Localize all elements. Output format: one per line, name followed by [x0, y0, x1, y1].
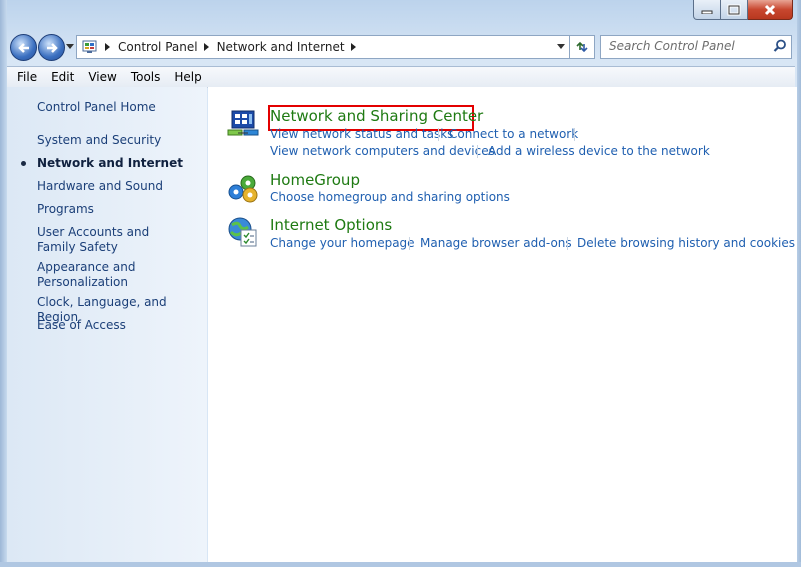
search-input[interactable]: [601, 36, 769, 56]
address-history-dropdown[interactable]: [557, 44, 565, 49]
sidebar-item-appearance[interactable]: Appearance and Personalization: [37, 260, 147, 290]
internet-options-icon: [228, 217, 257, 247]
menu-view[interactable]: View: [81, 70, 123, 84]
link-view-network-computers[interactable]: View network computers and devices: [270, 144, 495, 158]
sidebar-item-programs[interactable]: Programs: [37, 202, 94, 217]
link-change-homepage[interactable]: Change your homepage: [270, 236, 415, 250]
close-button[interactable]: [748, 0, 793, 20]
address-bar[interactable]: Control Panel Network and Internet: [76, 35, 570, 59]
sidebar-item-network-and-internet[interactable]: Network and Internet: [37, 156, 183, 171]
sidebar-item-ease-of-access[interactable]: Ease of Access: [37, 318, 126, 333]
category-network-and-sharing-center[interactable]: Network and Sharing Center: [270, 107, 483, 125]
search-box[interactable]: [600, 35, 792, 59]
refresh-button[interactable]: [569, 35, 595, 59]
link-view-network-status[interactable]: View network status and tasks: [270, 127, 453, 141]
maximize-icon: [727, 4, 741, 15]
link-separator: [438, 128, 439, 141]
breadcrumb-separator[interactable]: [350, 43, 356, 51]
category-internet-options[interactable]: Internet Options: [270, 216, 392, 234]
link-separator: [409, 237, 410, 250]
minimize-icon: [701, 10, 713, 14]
link-add-wireless-device[interactable]: Add a wireless device to the network: [488, 144, 710, 158]
network-sharing-icon: [227, 110, 259, 136]
link-separator: [574, 128, 575, 141]
menu-file[interactable]: File: [7, 70, 44, 84]
window-bottom-border: [0, 562, 801, 567]
caption-buttons: [693, 0, 793, 20]
sidebar-item-system-and-security[interactable]: System and Security: [37, 133, 161, 148]
breadcrumb-control-panel[interactable]: Control Panel: [118, 40, 198, 54]
breadcrumb-separator[interactable]: [105, 43, 110, 51]
maximize-button[interactable]: [721, 0, 748, 20]
link-choose-homegroup-options[interactable]: Choose homegroup and sharing options: [270, 190, 510, 204]
window-left-border: [0, 0, 7, 567]
link-separator: [567, 237, 568, 250]
refresh-icon: [576, 41, 588, 53]
link-separator: [477, 145, 478, 158]
address-row: Control Panel Network and Internet: [0, 28, 801, 66]
menu-edit[interactable]: Edit: [44, 70, 81, 84]
control-panel-icon: [82, 40, 97, 53]
homegroup-icon: [228, 175, 258, 203]
minimize-button[interactable]: [693, 0, 721, 20]
close-icon: [764, 4, 776, 15]
menu-help[interactable]: Help: [167, 70, 208, 84]
search-icon[interactable]: [773, 39, 787, 53]
sidebar-item-user-accounts[interactable]: User Accounts and Family Safety: [37, 225, 187, 255]
left-navigation-pane: Control Panel Home System and Security N…: [7, 87, 207, 562]
main-content-pane: Network and Sharing Center View network …: [208, 87, 797, 562]
forward-button[interactable]: [38, 34, 65, 61]
sidebar-item-hardware-and-sound[interactable]: Hardware and Sound: [37, 179, 163, 194]
recent-pages-dropdown[interactable]: [66, 44, 74, 49]
back-button[interactable]: [10, 34, 37, 61]
category-homegroup[interactable]: HomeGroup: [270, 171, 360, 189]
back-arrow-icon: [17, 42, 29, 53]
link-manage-browser-addons[interactable]: Manage browser add-ons: [420, 236, 572, 250]
breadcrumb-separator[interactable]: [203, 43, 209, 51]
menu-tools[interactable]: Tools: [124, 70, 168, 84]
current-page-bullet: [21, 161, 26, 166]
link-connect-to-network[interactable]: Connect to a network: [449, 127, 578, 141]
sidebar-control-panel-home[interactable]: Control Panel Home: [37, 100, 156, 115]
menu-bar: File Edit View Tools Help: [7, 66, 795, 88]
link-delete-browsing-history[interactable]: Delete browsing history and cookies: [577, 236, 795, 250]
window-right-border: [797, 0, 801, 567]
explorer-window: Control Panel Network and Internet File …: [0, 0, 801, 567]
breadcrumb-network-and-internet[interactable]: Network and Internet: [217, 40, 345, 54]
forward-arrow-icon: [46, 42, 58, 53]
